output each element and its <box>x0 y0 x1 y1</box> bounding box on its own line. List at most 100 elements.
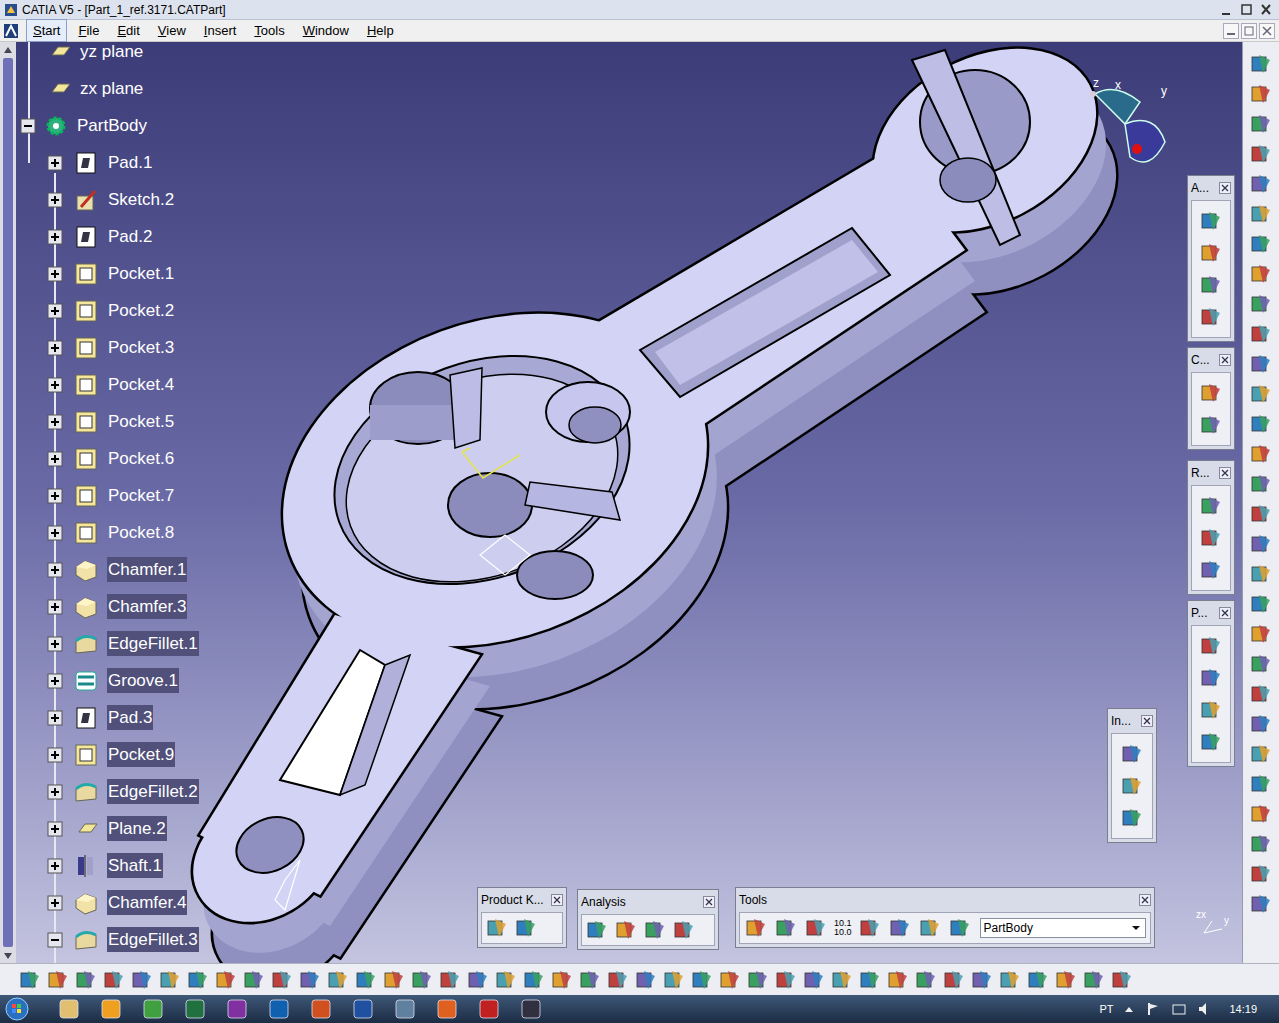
taskbar-app-icon[interactable] <box>183 997 207 1021</box>
tool-icon[interactable] <box>1199 305 1223 329</box>
tool-icon[interactable] <box>1199 209 1223 233</box>
tree-label[interactable]: Pocket.6 <box>107 446 175 472</box>
menu-item[interactable]: Window <box>296 19 356 43</box>
expander-icon[interactable] <box>47 858 63 874</box>
tree-label[interactable]: Chamfer.1 <box>107 557 187 583</box>
toolbar-header[interactable]: R... <box>1191 464 1231 482</box>
tool-icon[interactable] <box>18 968 42 992</box>
tree-label[interactable]: Pad.3 <box>107 705 153 731</box>
tree-label[interactable]: Pocket.2 <box>107 298 175 324</box>
menu-item[interactable]: Help <box>360 19 401 43</box>
tool-icon[interactable] <box>1249 202 1273 226</box>
tool-icon[interactable] <box>942 968 966 992</box>
tool-icon[interactable] <box>585 918 609 942</box>
expander-icon[interactable] <box>47 266 63 282</box>
close-icon[interactable] <box>1219 607 1231 619</box>
tool-icon[interactable] <box>614 918 638 942</box>
tree-label[interactable]: EdgeFillet.1 <box>107 631 199 657</box>
tool-icon[interactable] <box>1199 558 1223 582</box>
tool-icon[interactable] <box>1082 968 1106 992</box>
tree-label[interactable]: Pocket.9 <box>107 742 175 768</box>
tool-icon[interactable] <box>1120 742 1144 766</box>
tree-item[interactable]: Plane.2 <box>16 810 199 847</box>
close-icon[interactable] <box>1219 354 1231 366</box>
tool-icon[interactable] <box>1249 502 1273 526</box>
tool-icon[interactable] <box>774 916 798 940</box>
tool-icon[interactable] <box>1249 622 1273 646</box>
tree-label[interactable]: Chamfer.3 <box>107 594 187 620</box>
expander-icon[interactable] <box>47 488 63 504</box>
tool-icon[interactable] <box>1199 494 1223 518</box>
tool-icon[interactable] <box>1249 802 1273 826</box>
toolbar-header[interactable]: A... <box>1191 179 1231 197</box>
tree-item[interactable]: Sketch.2 <box>16 181 199 218</box>
tool-icon[interactable] <box>1249 892 1273 916</box>
taskbar-app-icon[interactable] <box>99 997 123 1021</box>
tree-item[interactable]: Pocket.9 <box>16 736 199 773</box>
minimize-icon[interactable] <box>1217 2 1235 18</box>
tool-icon[interactable] <box>410 968 434 992</box>
expander-icon[interactable] <box>47 599 63 615</box>
close-icon[interactable] <box>551 894 563 906</box>
tool-icon[interactable] <box>1199 634 1223 658</box>
expander-icon[interactable] <box>47 229 63 245</box>
close-icon[interactable] <box>1257 2 1275 18</box>
tool-icon[interactable] <box>214 968 238 992</box>
taskbar-app-icon[interactable] <box>393 997 417 1021</box>
floating-toolbar[interactable]: R... <box>1187 460 1235 595</box>
expander-icon[interactable] <box>47 451 63 467</box>
3d-viewport[interactable]: zxyzxyyz planezx planePartBodyPad.1Sketc… <box>0 42 1243 963</box>
tool-icon[interactable] <box>1249 592 1273 616</box>
tree-item[interactable]: Shaft.1 <box>16 847 199 884</box>
tool-icon[interactable] <box>804 916 828 940</box>
doc-minimize-icon[interactable] <box>1223 23 1239 39</box>
scroll-thumb[interactable] <box>3 58 13 947</box>
tool-icon[interactable] <box>1199 381 1223 405</box>
tool-icon[interactable] <box>1249 172 1273 196</box>
menu-item[interactable]: File <box>71 19 106 43</box>
tree-label[interactable]: Chamfer.4 <box>107 890 187 916</box>
tree-label[interactable]: EdgeFillet.2 <box>107 779 199 805</box>
compass[interactable]: zxy <box>1085 72 1175 182</box>
tool-icon[interactable] <box>1120 806 1144 830</box>
tree-item[interactable]: Pad.2 <box>16 218 199 255</box>
taskbar-app-icon[interactable] <box>267 997 291 1021</box>
tool-icon[interactable] <box>1249 652 1273 676</box>
menu-item[interactable]: Insert <box>197 19 244 43</box>
tool-icon[interactable] <box>1249 52 1273 76</box>
tool-icon[interactable] <box>1199 666 1223 690</box>
taskbar-app-icon[interactable] <box>435 997 459 1021</box>
tree-scrollbar[interactable] <box>0 42 16 963</box>
expander-icon[interactable] <box>47 303 63 319</box>
toolbar-header[interactable]: P... <box>1191 604 1231 622</box>
floating-toolbar[interactable]: Analysis <box>577 889 719 950</box>
tool-icon[interactable] <box>1249 112 1273 136</box>
floating-toolbar[interactable]: In... <box>1107 708 1157 843</box>
tool-icon[interactable] <box>1249 82 1273 106</box>
taskbar-app-icon[interactable] <box>477 997 501 1021</box>
tool-icon[interactable] <box>1249 442 1273 466</box>
tree-label[interactable]: PartBody <box>77 113 147 139</box>
close-icon[interactable] <box>1139 894 1151 906</box>
language-indicator[interactable]: PT <box>1099 1001 1113 1018</box>
taskbar-app-icon[interactable] <box>57 997 81 1021</box>
tree-item[interactable]: yz plane <box>16 42 199 70</box>
close-icon[interactable] <box>703 896 715 908</box>
tree-label[interactable]: Pocket.8 <box>107 520 175 546</box>
expander-icon[interactable] <box>47 784 63 800</box>
tree-label[interactable]: Sketch.2 <box>107 187 175 213</box>
tree-item[interactable]: Pocket.4 <box>16 366 199 403</box>
tree-item[interactable]: Pocket.6 <box>16 440 199 477</box>
tool-icon[interactable] <box>918 916 942 940</box>
toolbar-header[interactable]: Product K... <box>481 891 563 909</box>
tree-item[interactable]: Pocket.5 <box>16 403 199 440</box>
tree-label[interactable]: Pocket.4 <box>107 372 175 398</box>
expander-icon[interactable] <box>47 821 63 837</box>
tree-label[interactable]: zx plane <box>80 76 143 102</box>
tool-icon[interactable] <box>858 916 882 940</box>
tool-icon[interactable] <box>1249 292 1273 316</box>
tree-label[interactable]: Groove.1 <box>107 668 179 694</box>
menu-item[interactable]: Edit <box>110 19 146 43</box>
taskbar-app-icon[interactable] <box>141 997 165 1021</box>
tool-icon[interactable] <box>998 968 1022 992</box>
